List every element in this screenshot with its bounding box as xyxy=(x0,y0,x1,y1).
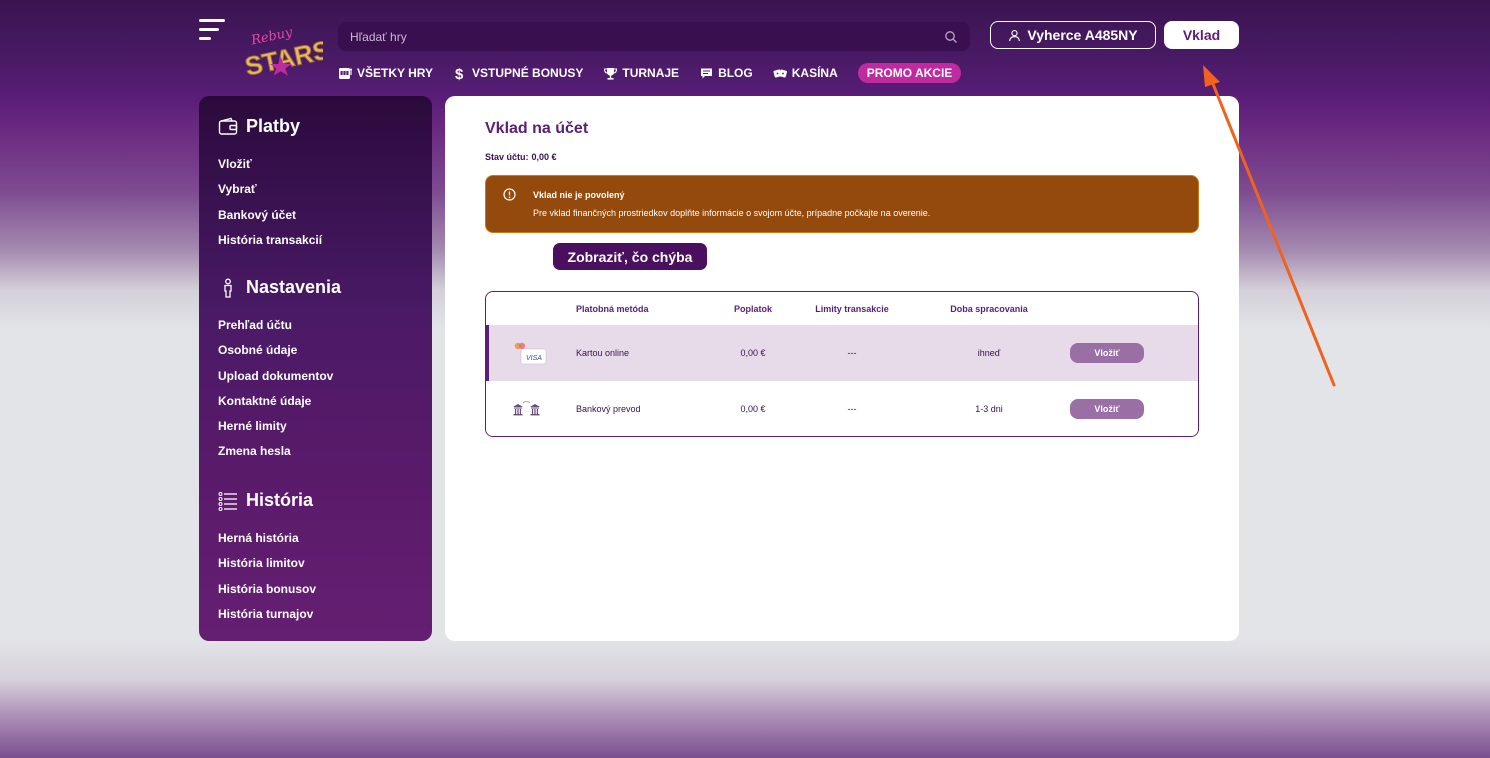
nav-welcome-bonuses[interactable]: $ VSTUPNÉ BONUSY xyxy=(453,66,583,81)
search-icon[interactable] xyxy=(944,30,958,44)
method-limits: --- xyxy=(847,348,857,358)
deposit-panel: Vklad na účet Stav účtu: 0,00 € Vklad nie… xyxy=(445,96,1239,641)
table-header: Platobná metóda Poplatok Limity transakc… xyxy=(486,292,1198,325)
payment-methods-table: Platobná metóda Poplatok Limity transakc… xyxy=(485,291,1199,437)
nav-blog[interactable]: BLOG xyxy=(699,66,753,81)
sidebar-item-change-password[interactable]: Zmena hesla xyxy=(218,444,341,469)
trophy-icon xyxy=(604,67,618,80)
balance-value: 0,00 € xyxy=(531,152,557,162)
search-input[interactable] xyxy=(350,29,944,44)
wallet-icon xyxy=(218,117,238,135)
svg-text:$: $ xyxy=(455,66,464,81)
sidebar-item-bank-account[interactable]: Bankový účet xyxy=(218,208,322,233)
deposit-card-button[interactable]: Vložiť xyxy=(1070,343,1144,363)
sidebar-item-deposit[interactable]: Vložiť xyxy=(218,157,322,182)
deposit-button[interactable]: Vklad xyxy=(1164,21,1239,49)
sidebar-item-transaction-history[interactable]: História transakcií xyxy=(218,233,322,258)
sidebar-heading-history: História xyxy=(218,490,316,511)
sidebar-section-settings: Nastavenia Prehľad účtu Osobné údaje Upl… xyxy=(218,277,341,470)
user-name: Vyherce A485NY xyxy=(1027,27,1138,43)
nav-all-games[interactable]: VŠETKY HRY xyxy=(338,66,433,81)
casino-chips-icon xyxy=(773,68,787,78)
header-limits: Limity transakcie xyxy=(815,303,889,314)
menu-hamburger-icon[interactable] xyxy=(199,19,225,41)
method-fee: 0,00 € xyxy=(740,348,766,358)
annotation-arrow-icon xyxy=(1203,65,1336,387)
list-icon xyxy=(218,491,237,511)
dollar-icon: $ xyxy=(455,66,464,81)
table-row[interactable]: VISA Kartou online 0,00 € --- ihneď Vlož… xyxy=(486,325,1198,381)
alert-title: Vklad nie je povolený xyxy=(533,190,625,200)
method-time: ihneď xyxy=(977,348,1001,358)
person-icon xyxy=(224,278,232,298)
slot-machine-icon xyxy=(339,67,352,79)
rebuy-stars-logo[interactable]: Rebuy STARS xyxy=(242,16,334,86)
method-limits: --- xyxy=(847,404,857,414)
method-fee: 0,00 € xyxy=(740,404,766,414)
svg-text:VISA: VISA xyxy=(526,355,542,362)
bank-transfer-icon xyxy=(513,401,540,416)
user-icon xyxy=(1009,29,1021,41)
header-processing-time: Doba spracovania xyxy=(950,303,1028,314)
page-title: Vklad na účet xyxy=(485,120,589,137)
sidebar-section-payments: Platby Vložiť Vybrať Bankový účet Histór… xyxy=(218,116,322,258)
sidebar-item-contact-details[interactable]: Kontaktné údaje xyxy=(218,394,341,419)
deposit-bank-button[interactable]: Vložiť xyxy=(1070,399,1144,419)
account-sidebar: Platby Vložiť Vybrať Bankový účet Histór… xyxy=(199,96,432,641)
warning-circle-icon xyxy=(503,188,516,201)
chat-icon xyxy=(701,68,713,78)
header-fee: Poplatok xyxy=(733,303,772,314)
alert-message: Pre vklad finančných prostriedkov doplňt… xyxy=(533,208,931,218)
user-account-button[interactable]: Vyherce A485NY xyxy=(990,21,1156,49)
nav-casinos[interactable]: KASÍNA xyxy=(773,66,838,81)
sidebar-item-upload-documents[interactable]: Upload dokumentov xyxy=(218,369,341,394)
sidebar-heading-payments: Platby xyxy=(218,116,322,137)
sidebar-item-withdraw[interactable]: Vybrať xyxy=(218,182,322,207)
sidebar-item-gaming-limits[interactable]: Herné limity xyxy=(218,419,341,444)
method-name: Kartou online xyxy=(576,348,630,358)
balance-label: Stav účtu: xyxy=(485,152,529,162)
account-balance: Stav účtu: 0,00 € xyxy=(485,152,557,162)
sidebar-item-limits-history[interactable]: História limitov xyxy=(218,556,316,581)
method-name: Bankový prevod xyxy=(576,404,641,414)
sidebar-item-account-overview[interactable]: Prehľad účtu xyxy=(218,318,341,343)
sidebar-item-personal-data[interactable]: Osobné údaje xyxy=(218,343,341,368)
header-method: Platobná metóda xyxy=(576,303,649,314)
search-bar[interactable] xyxy=(338,22,970,51)
nav-promo-actions[interactable]: PROMO AKCIE xyxy=(857,63,962,83)
sidebar-item-game-history[interactable]: Herná história xyxy=(218,531,316,556)
card-visa-icon: VISA xyxy=(514,342,547,365)
nav-tournaments[interactable]: TURNAJE xyxy=(603,66,679,81)
sidebar-section-history: História Herná história História limitov… xyxy=(218,490,316,632)
sidebar-item-tournament-history[interactable]: História turnajov xyxy=(218,607,316,632)
main-nav: VŠETKY HRY $ VSTUPNÉ BONUSY TURNAJE BLOG… xyxy=(338,62,962,84)
sidebar-heading-settings: Nastavenia xyxy=(218,277,341,298)
sidebar-item-bonus-history[interactable]: História bonusov xyxy=(218,582,316,607)
deposit-disabled-alert: Vklad nie je povolený Pre vklad finančný… xyxy=(485,175,1199,233)
show-missing-button[interactable]: Zobraziť, čo chýba xyxy=(553,243,707,270)
table-row[interactable]: Bankový prevod 0,00 € --- 1-3 dni Vložiť xyxy=(486,381,1198,436)
method-time: 1-3 dni xyxy=(975,404,1003,414)
